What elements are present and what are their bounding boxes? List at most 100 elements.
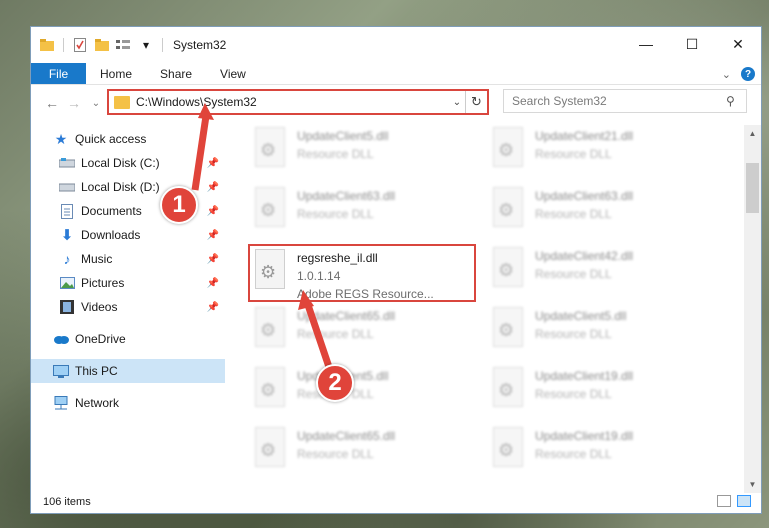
file-item[interactable]: ⚙ UpdateClient5.dllResource DLL — [489, 307, 699, 359]
forward-button[interactable]: → — [63, 95, 85, 111]
refresh-icon[interactable]: ↻ — [465, 91, 487, 113]
details-view-icon[interactable] — [717, 495, 731, 507]
documents-icon — [59, 203, 75, 219]
sidebar-item-downloads[interactable]: ⬇ Downloads 📌 — [31, 223, 225, 247]
sidebar-item-label: Music — [81, 252, 113, 266]
file-type: Resource DLL — [535, 267, 612, 281]
file-type: Resource DLL — [535, 147, 612, 161]
tab-view[interactable]: View — [206, 63, 260, 84]
minimize-button[interactable]: — — [623, 27, 669, 61]
search-icon[interactable]: ⚲ — [726, 94, 746, 108]
dll-file-icon: ⚙ — [251, 367, 289, 411]
file-type: Resource DLL — [535, 447, 612, 461]
new-folder-icon[interactable] — [94, 37, 110, 53]
address-bar[interactable]: C:\Windows\System32 ⌄ ↻ — [107, 89, 489, 115]
quick-access-toolbar: ▾ — [31, 37, 165, 53]
dll-file-icon: ⚙ — [489, 127, 527, 171]
music-icon: ♪ — [63, 251, 71, 267]
ribbon-tabs: File Home Share View ⌄ ? — [31, 63, 761, 85]
downloads-icon: ⬇ — [60, 227, 74, 244]
file-item[interactable]: ⚙ UpdateClient19.dll Resource DLL — [489, 367, 699, 419]
file-name: UpdateClient21.dll — [535, 129, 634, 143]
pin-icon[interactable]: 📌 — [207, 230, 219, 241]
close-button[interactable]: ✕ — [715, 27, 761, 61]
sidebar-item-label: OneDrive — [75, 332, 126, 346]
step-callout-2: 2 — [316, 364, 354, 402]
pin-icon[interactable]: 📌 — [207, 182, 219, 193]
pin-icon[interactable]: 📌 — [207, 302, 219, 313]
vertical-scrollbar[interactable]: ▲ ▼ — [744, 125, 761, 493]
pin-icon[interactable]: 📌 — [207, 158, 219, 169]
chevron-down-icon[interactable]: ⌄ — [449, 97, 465, 108]
sidebar-item-label: Network — [75, 396, 120, 410]
sidebar-item-local-disk-c[interactable]: Local Disk (C:) 📌 — [31, 151, 225, 175]
address-path[interactable]: C:\Windows\System32 — [136, 95, 449, 109]
sidebar-item-label: Local Disk (D:) — [81, 180, 160, 194]
dll-file-icon: ⚙ — [251, 127, 289, 171]
pin-icon[interactable]: 📌 — [207, 206, 219, 217]
file-name: UpdateClient42.dll — [535, 249, 634, 263]
status-bar: 106 items — [31, 491, 761, 513]
sidebar-item-pictures[interactable]: Pictures 📌 — [31, 271, 225, 295]
back-button[interactable]: ← — [41, 95, 63, 111]
dll-file-icon: ⚙ — [489, 307, 527, 351]
sidebar-item-quick-access[interactable]: ★ Quick access — [31, 127, 225, 151]
target-highlight-box — [248, 244, 476, 302]
file-item[interactable]: ⚙ UpdateClient63.dll Resource DLL — [251, 187, 461, 239]
tab-file[interactable]: File — [31, 63, 86, 84]
file-item[interactable]: ⚙ UpdateClient65.dll Resource DLL — [251, 427, 461, 479]
help-icon[interactable]: ? — [741, 67, 755, 81]
dll-file-icon: ⚙ — [251, 307, 289, 351]
file-item[interactable]: ⚙ UpdateClient65.dll Resource DLL — [251, 307, 461, 359]
network-icon — [53, 395, 69, 411]
file-type: Resource DLL — [535, 327, 612, 341]
chevron-down-icon[interactable]: ▾ — [138, 37, 154, 53]
file-item[interactable]: ⚙ UpdateClient5.dllResource DLL — [251, 367, 461, 419]
file-name: UpdateClient65.dll — [297, 309, 396, 323]
maximize-button[interactable]: ☐ — [669, 27, 715, 61]
view-options-icon[interactable] — [116, 37, 132, 53]
search-input[interactable]: Search System32 ⚲ — [503, 89, 747, 113]
file-item[interactable]: ⚙ UpdateClient19.dll Resource DLL — [489, 427, 699, 479]
tab-home[interactable]: Home — [86, 63, 146, 84]
recent-locations-button[interactable]: ⌄ — [85, 98, 107, 109]
sidebar-item-label: Quick access — [75, 132, 147, 146]
window-title: System32 — [173, 38, 227, 52]
tab-share[interactable]: Share — [146, 63, 206, 84]
caption-buttons: — ☐ ✕ — [623, 27, 761, 61]
scroll-up-icon[interactable]: ▲ — [744, 125, 761, 142]
sidebar-item-label: This PC — [75, 364, 118, 378]
file-type: Resource DLL — [297, 447, 374, 461]
folder-icon — [114, 95, 130, 109]
sidebar-item-this-pc[interactable]: This PC — [31, 359, 225, 383]
view-toggles — [717, 495, 751, 507]
expand-ribbon-icon[interactable]: ⌄ — [722, 68, 731, 81]
folder-icon[interactable] — [39, 37, 55, 53]
scroll-thumb[interactable] — [746, 163, 759, 213]
file-type: Resource DLL — [297, 147, 374, 161]
tiles-view-icon[interactable] — [737, 495, 751, 507]
dll-file-icon: ⚙ — [489, 247, 527, 291]
file-item[interactable]: ⚙ UpdateClient63.dll Resource DLL — [489, 187, 699, 239]
file-item[interactable]: ⚙ UpdateClient21.dll Resource DLL — [489, 127, 699, 179]
sidebar-item-videos[interactable]: Videos 📌 — [31, 295, 225, 319]
sidebar-item-label: Documents — [81, 204, 142, 218]
file-name: UpdateClient63.dll — [297, 189, 396, 203]
sidebar-item-music[interactable]: ♪ Music 📌 — [31, 247, 225, 271]
pictures-icon — [59, 275, 75, 291]
file-item[interactable]: ⚙ UpdateClient5.dllResource DLL — [251, 127, 461, 179]
file-type: Resource DLL — [535, 387, 612, 401]
pin-icon[interactable]: 📌 — [207, 254, 219, 265]
sidebar-item-network[interactable]: Network — [31, 391, 225, 415]
cloud-icon — [53, 331, 69, 347]
file-type: Resource DLL — [297, 207, 374, 221]
dll-file-icon: ⚙ — [251, 187, 289, 231]
drive-icon — [59, 179, 75, 195]
file-type: Resource DLL — [535, 207, 612, 221]
properties-icon[interactable] — [72, 37, 88, 53]
step-callout-1: 1 — [160, 186, 198, 224]
file-item[interactable]: ⚙ UpdateClient42.dll Resource DLL — [489, 247, 699, 299]
sidebar-item-onedrive[interactable]: OneDrive — [31, 327, 225, 351]
dll-file-icon: ⚙ — [251, 427, 289, 471]
pin-icon[interactable]: 📌 — [207, 278, 219, 289]
